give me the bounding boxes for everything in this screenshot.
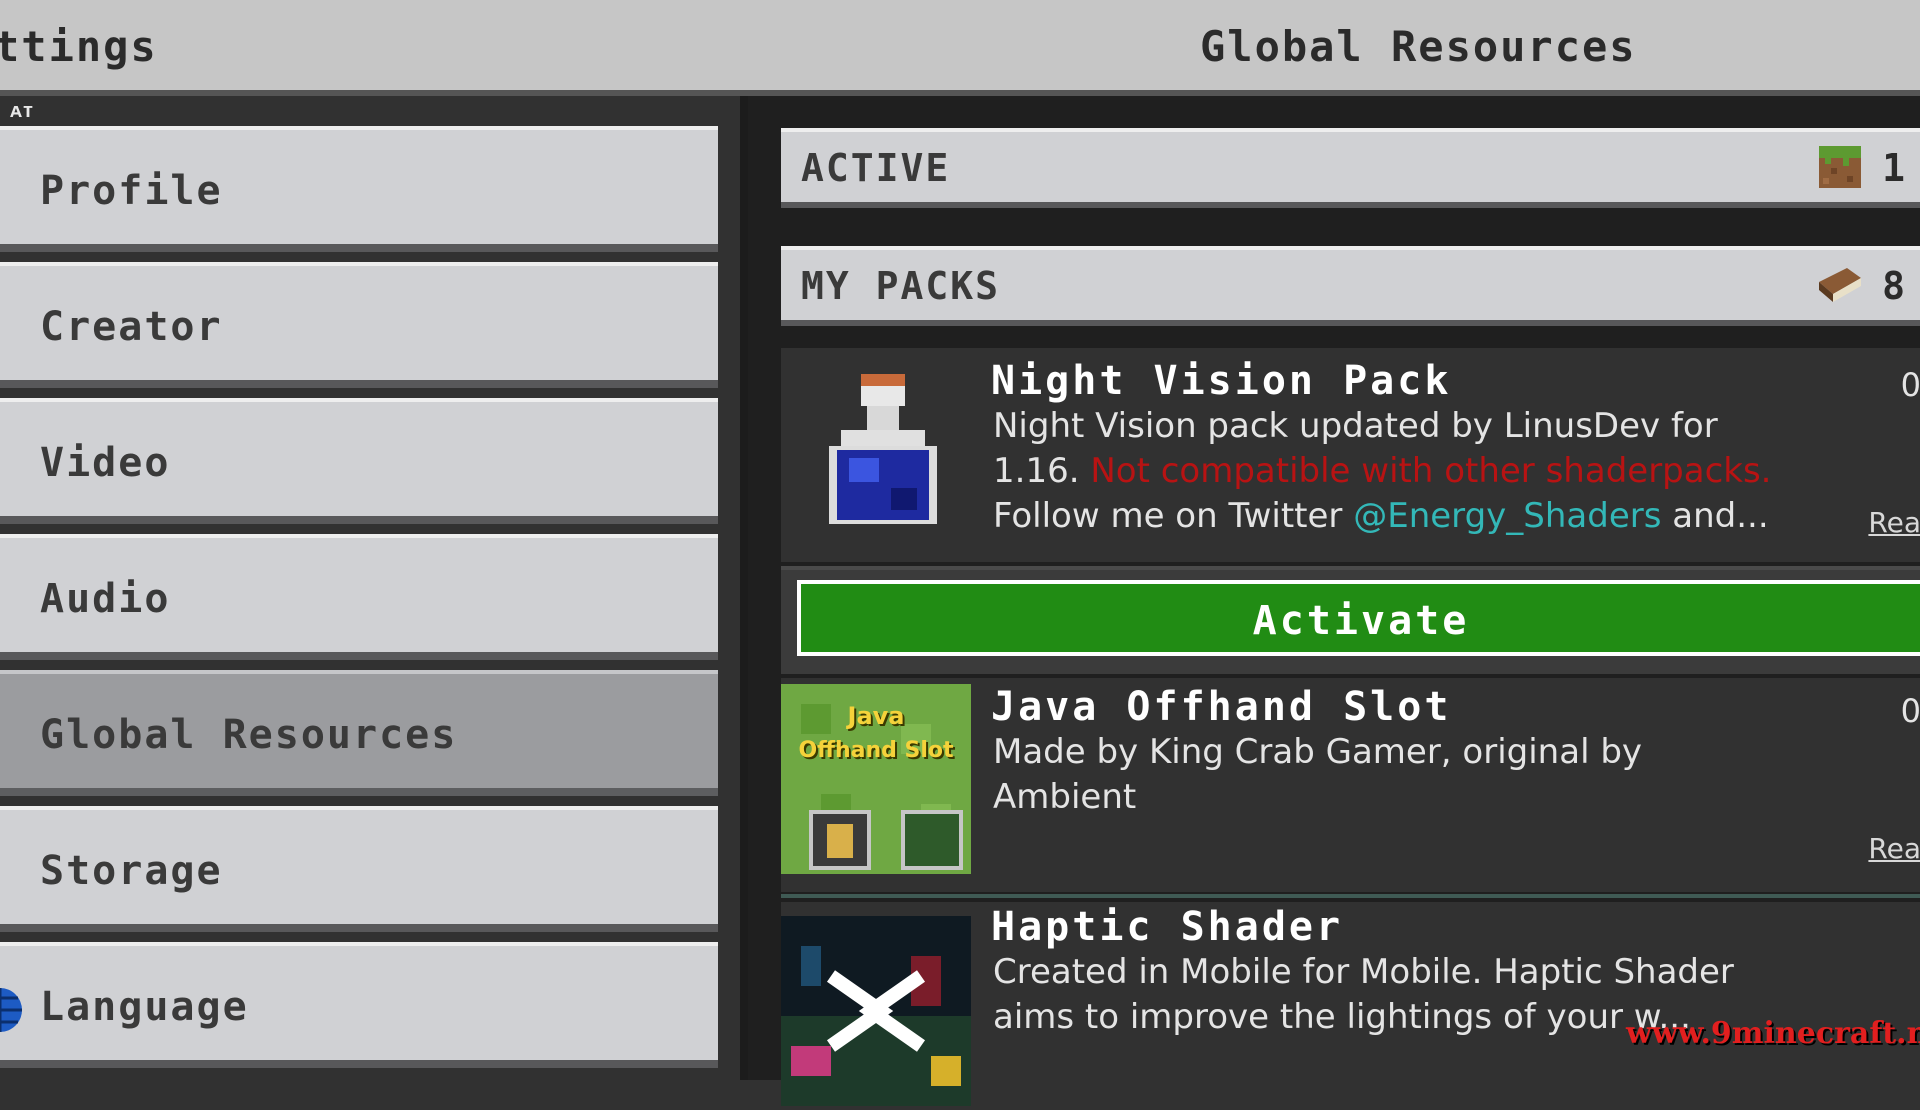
thumb-text: Offhand Slot xyxy=(798,738,954,763)
read-more-link[interactable]: Rea xyxy=(1868,832,1920,865)
pack-version: 0 xyxy=(1900,366,1920,404)
pack-name: Night Vision Pack xyxy=(991,358,1452,404)
top-header: ttings Global Resources xyxy=(0,0,1920,96)
desc-line: Night Vision pack updated by LinusDev fo… xyxy=(993,406,1718,446)
desc-line: Follow me on Twitter @Energy_Shaders and… xyxy=(993,494,1893,539)
my-packs-count: 8 xyxy=(1882,264,1907,308)
pack-item-java-offhand-slot[interactable]: Java Offhand Slot Java Offhand Slot 0 Ma… xyxy=(781,678,1920,892)
desc-line: 1.16. Not compatible with other shaderpa… xyxy=(993,449,1893,494)
sidebar-item-label: Profile xyxy=(40,168,223,214)
panel-divider xyxy=(740,96,748,1080)
desc-line: Created in Mobile for Mobile. Haptic Sha… xyxy=(993,952,1734,992)
sidebar-item-audio[interactable]: Audio xyxy=(0,534,718,660)
resources-panel: ACTIVE 1 MY PACKS 8 Night Vision Pack 0 … xyxy=(748,96,1920,1106)
sidebar-item-label: Language xyxy=(40,984,249,1030)
sidebar-item-video[interactable]: Video xyxy=(0,398,718,524)
desc-text: Follow me on Twitter xyxy=(993,496,1354,536)
section-title: ACTIVE xyxy=(801,146,951,190)
pack-separator xyxy=(781,894,1920,898)
scroll-indicator: ᴀᴛ xyxy=(10,98,35,122)
pack-item-night-vision[interactable]: Night Vision Pack 0 Night Vision pack up… xyxy=(781,348,1920,562)
sidebar-item-creator[interactable]: Creator xyxy=(0,262,718,388)
active-count: 1 xyxy=(1882,146,1907,190)
sidebar-item-storage[interactable]: Storage xyxy=(0,806,718,932)
activate-row: Activate xyxy=(781,566,1920,674)
grass-block-icon xyxy=(1819,146,1861,188)
sidebar-item-label: Audio xyxy=(40,576,171,622)
sidebar-item-language[interactable]: Language xyxy=(0,942,718,1068)
watermark: www.9minecraft.net xyxy=(1626,1016,1920,1051)
book-icon xyxy=(1817,268,1863,304)
settings-title: ttings xyxy=(0,22,158,71)
desc-line: Made by King Crab Gamer, original by xyxy=(993,732,1643,772)
sidebar-item-label: Video xyxy=(40,440,171,486)
sidebar-item-label: Creator xyxy=(40,304,223,350)
desc-text: and... xyxy=(1661,496,1769,536)
pack-description: Night Vision pack updated by LinusDev fo… xyxy=(993,404,1893,539)
pack-item-haptic-shader[interactable]: Haptic Shader Created in Mobile for Mobi… xyxy=(781,902,1920,1106)
active-section-header[interactable]: ACTIVE 1 xyxy=(781,128,1920,208)
section-title: MY PACKS xyxy=(801,264,1001,308)
sidebar-item-profile[interactable]: Profile xyxy=(0,126,718,252)
compat-warning: Not compatible with other shaderpacks. xyxy=(1090,451,1772,491)
sidebar-item-label: Storage xyxy=(40,848,223,894)
sidebar-item-global-resources[interactable]: Global Resources xyxy=(0,670,718,796)
activate-label: Activate xyxy=(1252,598,1470,644)
settings-sidebar: ᴀᴛ Profile Creator Video Audio Global Re… xyxy=(0,96,740,1080)
thumb-text: Java xyxy=(847,702,905,730)
read-more-link[interactable]: Rea xyxy=(1868,506,1920,539)
twitter-link[interactable]: @Energy_Shaders xyxy=(1353,496,1661,536)
globe-icon xyxy=(0,986,24,1034)
pack-thumbnail: Java Offhand Slot xyxy=(781,684,971,874)
page-title: Global Resources xyxy=(1200,22,1637,71)
potion-icon xyxy=(781,358,971,548)
desc-text: 1.16. xyxy=(993,451,1091,491)
pack-name: Haptic Shader xyxy=(991,904,1344,950)
pack-thumbnail xyxy=(781,916,971,1106)
pack-version: 0 xyxy=(1900,692,1920,730)
pack-description: Made by King Crab Gamer, original by Amb… xyxy=(993,730,1893,820)
my-packs-section-header[interactable]: MY PACKS 8 xyxy=(781,246,1920,326)
sidebar-item-label: Global Resources xyxy=(40,712,458,758)
pack-name: Java Offhand Slot xyxy=(991,684,1452,730)
activate-button[interactable]: Activate xyxy=(797,580,1920,656)
desc-line: Ambient xyxy=(993,777,1137,817)
